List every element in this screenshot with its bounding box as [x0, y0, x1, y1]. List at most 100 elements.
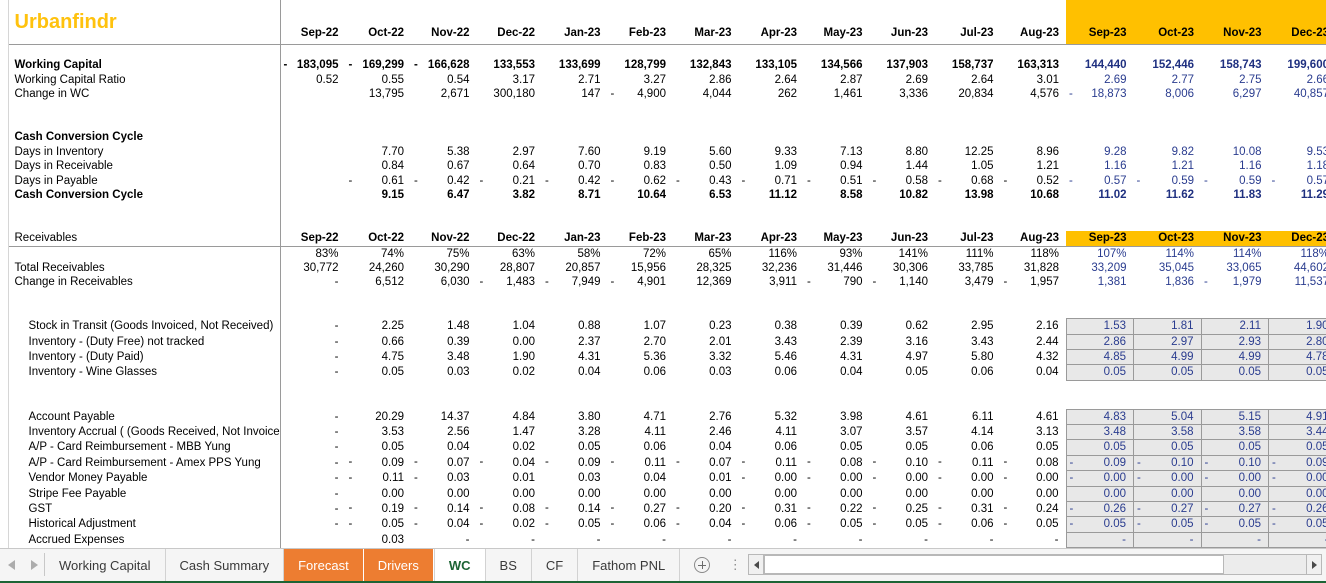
data-cell[interactable]: 2.44 — [1001, 334, 1067, 349]
data-cell[interactable]: -0.09 — [542, 455, 608, 470]
data-cell[interactable]: 2.69 — [1066, 73, 1134, 87]
data-cell[interactable]: 11.62 — [1134, 188, 1202, 202]
forecast-input-cell[interactable]: 0.00 — [1133, 485, 1202, 502]
data-cell[interactable]: 3.82 — [477, 188, 543, 202]
data-cell[interactable]: - — [280, 334, 346, 349]
data-cell[interactable]: -0.06 — [739, 517, 805, 532]
data-cell[interactable]: 199,600 — [1269, 58, 1326, 72]
data-cell[interactable]: 0.88 — [542, 319, 608, 334]
data-cell[interactable]: -0.27 — [608, 501, 674, 516]
forecast-input-cell[interactable]: -0.00 — [1133, 470, 1202, 487]
data-cell[interactable]: 0.52 — [280, 73, 346, 87]
data-cell[interactable]: 0.83 — [608, 159, 674, 173]
data-cell[interactable]: 0.04 — [1001, 365, 1067, 380]
data-cell[interactable]: 262 — [739, 87, 805, 101]
data-cell[interactable]: - — [280, 471, 346, 486]
data-cell[interactable]: 8,006 — [1134, 87, 1202, 101]
data-cell[interactable]: 1.16 — [1066, 159, 1134, 173]
data-cell[interactable]: 1.18 — [1269, 159, 1326, 173]
data-cell[interactable]: -0.31 — [935, 501, 1001, 516]
data-cell[interactable]: 2.87 — [804, 73, 870, 87]
data-cell[interactable]: 0.00 — [673, 486, 739, 501]
data-cell[interactable]: 141% — [870, 246, 936, 261]
data-cell[interactable]: - — [280, 440, 346, 455]
data-cell[interactable]: 2.64 — [935, 73, 1001, 87]
data-cell[interactable]: 35,045 — [1134, 261, 1202, 275]
data-cell[interactable]: 107% — [1066, 246, 1134, 261]
data-cell[interactable]: 8.96 — [1001, 145, 1067, 159]
data-cell[interactable]: 6,297 — [1201, 87, 1269, 101]
plus-icon[interactable] — [694, 557, 711, 573]
data-cell[interactable]: 2,671 — [411, 87, 477, 101]
data-cell[interactable]: 137,903 — [870, 58, 936, 72]
data-cell[interactable]: -0.11 — [935, 455, 1001, 470]
data-cell[interactable]: 9.28 — [1066, 145, 1134, 159]
data-cell[interactable]: 0.00 — [870, 486, 936, 501]
data-cell[interactable]: 1.44 — [870, 159, 936, 173]
forecast-input-cell[interactable]: -0.05 — [1065, 516, 1134, 533]
data-cell[interactable]: 2.75 — [1201, 73, 1269, 87]
data-cell[interactable]: 0.00 — [739, 486, 805, 501]
data-cell[interactable]: 31,828 — [1001, 261, 1067, 275]
forecast-input-cell[interactable]: 2.97 — [1133, 333, 1202, 350]
data-cell[interactable]: -0.14 — [542, 501, 608, 516]
data-cell[interactable]: 4.61 — [870, 409, 936, 424]
data-cell[interactable]: 3,911 — [739, 275, 805, 289]
data-cell[interactable]: 0.01 — [673, 471, 739, 486]
data-cell[interactable]: 2.95 — [935, 319, 1001, 334]
data-cell[interactable]: -0.00 — [870, 471, 936, 486]
data-cell[interactable]: -0.05 — [1001, 517, 1067, 532]
data-cell[interactable]: 12.25 — [935, 145, 1001, 159]
data-cell[interactable]: 144,440 — [1066, 58, 1134, 72]
data-cell[interactable]: 0.03 — [346, 532, 412, 547]
data-cell[interactable]: -0.00 — [1001, 471, 1067, 486]
data-cell[interactable]: 74% — [346, 246, 412, 261]
forecast-input-cell[interactable]: 3.48 — [1065, 423, 1134, 441]
data-cell[interactable]: 10.08 — [1201, 145, 1269, 159]
data-cell[interactable]: 4.75 — [346, 349, 412, 364]
data-cell[interactable]: 7.60 — [542, 145, 608, 159]
data-cell[interactable]: 4.32 — [1001, 349, 1067, 364]
data-cell[interactable]: 0.03 — [411, 365, 477, 380]
sheet-tab-fathom-pnl[interactable]: Fathom PNL — [578, 549, 681, 581]
data-cell[interactable]: 20,834 — [935, 87, 1001, 101]
data-cell[interactable]: -0.61 — [346, 174, 412, 188]
data-cell[interactable]: -4,900 — [608, 87, 674, 101]
data-cell[interactable]: 0.00 — [804, 486, 870, 501]
data-cell[interactable] — [280, 145, 346, 159]
data-cell[interactable]: 2.71 — [542, 73, 608, 87]
data-cell[interactable]: 3.57 — [870, 424, 936, 439]
data-cell[interactable]: -1,979 — [1201, 275, 1269, 289]
data-cell[interactable]: 6.53 — [673, 188, 739, 202]
data-cell[interactable]: 30,306 — [870, 261, 936, 275]
forecast-input-cell[interactable]: -0.27 — [1200, 500, 1269, 518]
data-cell[interactable]: 116% — [739, 246, 805, 261]
data-cell[interactable]: -0.00 — [935, 471, 1001, 486]
data-cell[interactable]: 33,785 — [935, 261, 1001, 275]
forecast-input-cell[interactable]: 4.99 — [1200, 348, 1269, 366]
data-cell[interactable]: 32,236 — [739, 261, 805, 275]
forecast-input-cell[interactable]: - — [1200, 531, 1269, 548]
data-cell[interactable]: 2.77 — [1134, 73, 1202, 87]
data-cell[interactable]: 0.00 — [346, 486, 412, 501]
data-cell[interactable]: 15,956 — [608, 261, 674, 275]
scroll-left-button[interactable] — [749, 555, 765, 574]
forecast-input-cell[interactable]: -0.27 — [1133, 500, 1202, 518]
forecast-input-cell[interactable]: 0.05 — [1268, 439, 1326, 456]
data-cell[interactable]: 75% — [411, 246, 477, 261]
data-cell[interactable]: 3.01 — [1001, 73, 1067, 87]
data-cell[interactable]: 1.47 — [477, 424, 543, 439]
forecast-input-cell[interactable]: 1.81 — [1133, 318, 1202, 335]
data-cell[interactable]: 0.06 — [739, 440, 805, 455]
data-cell[interactable]: -0.42 — [411, 174, 477, 188]
data-cell[interactable]: 0.05 — [804, 440, 870, 455]
data-cell[interactable]: 0.01 — [477, 471, 543, 486]
data-cell[interactable]: 10.64 — [608, 188, 674, 202]
forecast-input-cell[interactable]: 0.05 — [1268, 364, 1326, 381]
data-cell[interactable]: 20,857 — [542, 261, 608, 275]
data-cell[interactable]: - — [280, 424, 346, 439]
data-cell[interactable]: - — [280, 517, 346, 532]
data-cell[interactable]: 20.29 — [346, 409, 412, 424]
data-cell[interactable]: -0.11 — [346, 471, 412, 486]
data-cell[interactable]: - — [1001, 532, 1067, 547]
